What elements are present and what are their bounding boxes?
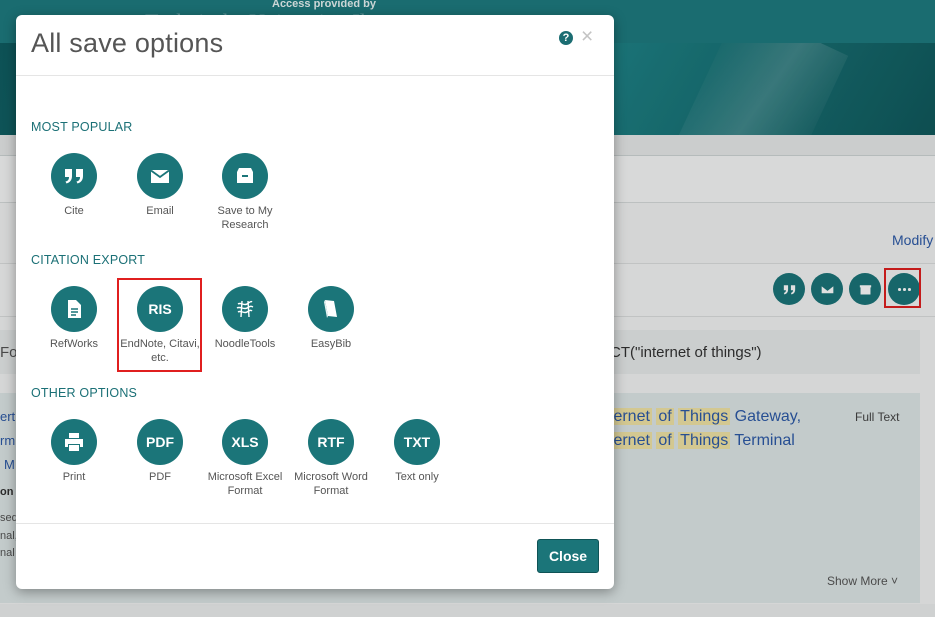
close-icon[interactable]: × (581, 26, 593, 48)
email-option[interactable]: Email (117, 153, 203, 218)
refworks-button[interactable] (51, 286, 97, 332)
pdf-label: PDF (149, 471, 171, 483)
print-option[interactable]: Print (31, 419, 117, 484)
cite-option[interactable]: Cite (31, 153, 117, 218)
noodletools-label: NoodleTools (214, 338, 276, 350)
noodletools-button[interactable] (222, 286, 268, 332)
noodletools-option[interactable]: NoodleTools (202, 286, 288, 351)
archive-box-icon (237, 168, 253, 183)
noodle-icon (236, 300, 254, 318)
easybib-button[interactable] (308, 286, 354, 332)
word-label: Microsoft Word Format (294, 471, 368, 497)
print-label: Print (62, 471, 86, 483)
refworks-label: RefWorks (49, 338, 99, 350)
save-to-my-research-option[interactable]: Save to My Research (202, 153, 288, 232)
xls-button[interactable]: XLS (222, 419, 268, 465)
quote-icon (65, 169, 83, 184)
document-icon (68, 300, 81, 318)
section-most-popular: MOST POPULAR (31, 120, 133, 134)
section-citation-export: CITATION EXPORT (31, 253, 146, 267)
pdf-button[interactable]: PDF (137, 419, 183, 465)
pdf-option[interactable]: PDF PDF (117, 419, 203, 484)
printer-icon (65, 433, 83, 451)
excel-option[interactable]: XLS Microsoft Excel Format (202, 419, 288, 498)
txt-button[interactable]: TXT (394, 419, 440, 465)
ris-highlight-box (117, 278, 202, 372)
excel-label: Microsoft Excel Format (207, 471, 283, 497)
divider (16, 75, 614, 76)
help-icon[interactable]: ? (559, 31, 573, 45)
save-to-my-research-button[interactable] (222, 153, 268, 199)
dialog-title: All save options (31, 28, 224, 58)
text-only-option[interactable]: TXT Text only (374, 419, 460, 484)
close-button[interactable]: Close (537, 539, 599, 573)
cite-button[interactable] (51, 153, 97, 199)
refworks-option[interactable]: RefWorks (31, 286, 117, 351)
easybib-label: EasyBib (310, 338, 352, 350)
email-label: Email (146, 205, 174, 217)
word-option[interactable]: RTF Microsoft Word Format (288, 419, 374, 498)
rtf-button[interactable]: RTF (308, 419, 354, 465)
save-options-dialog: All save options ? × MOST POPULAR Cite E… (16, 15, 614, 589)
text-only-label: Text only (395, 471, 439, 483)
print-button[interactable] (51, 419, 97, 465)
book-icon (324, 300, 337, 318)
easybib-option[interactable]: EasyBib (288, 286, 374, 351)
section-other-options: OTHER OPTIONS (31, 386, 138, 400)
envelope-icon (150, 169, 170, 183)
email-button[interactable] (137, 153, 183, 199)
divider (16, 523, 614, 524)
save-to-my-research-label: Save to My Research (217, 205, 273, 231)
cite-label: Cite (64, 205, 84, 217)
